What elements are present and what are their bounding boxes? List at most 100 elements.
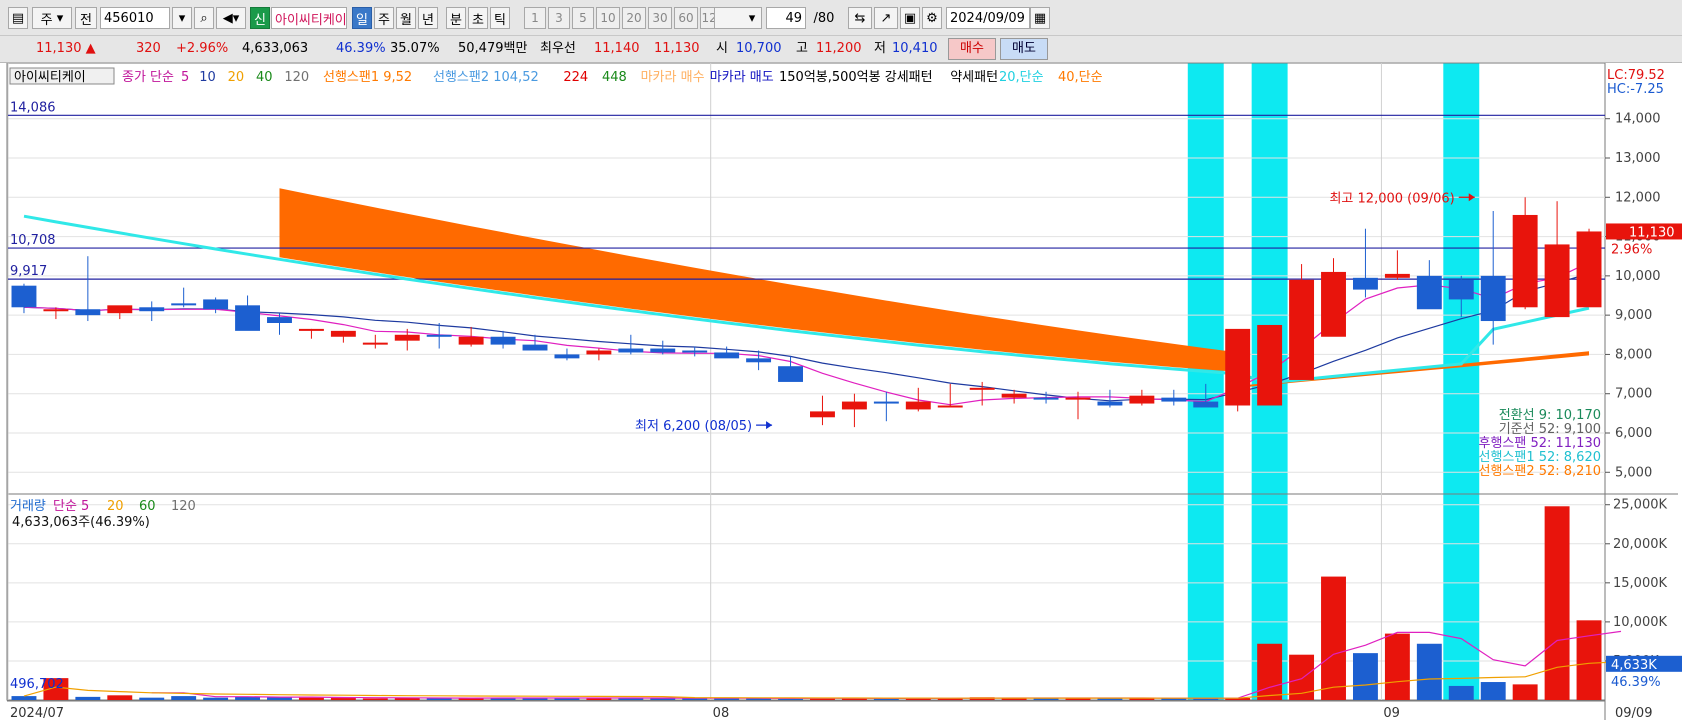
volume-bar — [1257, 643, 1283, 700]
ichimoku-readout: 기준선 52: 9,100 — [1499, 422, 1601, 437]
period-tab-6[interactable]: 틱 — [490, 7, 510, 29]
code-input[interactable]: 456010 — [100, 7, 170, 29]
volume-legend-entry: 120 — [171, 499, 196, 514]
candle-body — [1416, 275, 1442, 310]
period-tab-1[interactable]: 주 — [374, 7, 394, 29]
page-total: /80 — [813, 10, 835, 26]
turnover-ratio: 35.07% — [390, 41, 440, 56]
period-dropdown[interactable]: ▾ — [714, 7, 762, 29]
market-label: 주 — [40, 12, 53, 28]
legend-entry: 아이씨티케이 — [14, 70, 86, 85]
period-tab-0[interactable]: 일 — [352, 7, 372, 29]
legend-entry: 마카라 매도 — [710, 70, 774, 85]
candle-body — [1544, 244, 1570, 318]
high-price: 11,200 — [816, 41, 862, 56]
multiplier-30[interactable]: 30 — [648, 7, 672, 29]
price-tick-label: 14,000 — [1615, 112, 1661, 127]
price-change-pct: +2.96% — [176, 41, 229, 56]
multiplier-20[interactable]: 20 — [622, 7, 646, 29]
annotation-label: 최저 6,200 (08/05) — [635, 419, 752, 434]
market-select[interactable]: 주 ▾ — [32, 7, 72, 29]
multiplier-1[interactable]: 1 — [524, 7, 546, 29]
new-badge: 신 — [250, 7, 270, 29]
period-tab-5[interactable]: 초 — [468, 7, 488, 29]
candle-body — [522, 344, 548, 351]
stock-chart[interactable]: 14,086 10,708 9,917 5,000 6,000 7,000 8,000 9,… — [0, 63, 1682, 726]
period-tab-3[interactable]: 년 — [418, 7, 438, 29]
candle-body — [714, 352, 740, 359]
trend-icon[interactable]: ↗ — [874, 7, 898, 29]
volume-legend-entry: 단순 5 — [53, 499, 89, 514]
signal-highlight-bar — [1443, 63, 1480, 700]
candle-body — [650, 348, 676, 353]
chevron-down-icon[interactable]: ▾ — [172, 7, 192, 29]
volume-bar — [11, 696, 37, 700]
candle-body — [267, 317, 292, 323]
ichimoku-readout: 전환선 9: 10,170 — [1499, 408, 1601, 423]
candle-body — [426, 334, 452, 337]
low-label: 저 — [874, 41, 886, 56]
candle-body — [937, 405, 963, 408]
sell-button[interactable]: 매도 — [1000, 38, 1048, 60]
volume-bar — [203, 697, 229, 700]
price-tick-label: 10,000 — [1615, 269, 1661, 284]
legend-entry: 선행스팬2 104,52 — [433, 69, 539, 85]
candle-body — [1321, 271, 1346, 337]
view-toggle[interactable]: 전 — [75, 7, 97, 29]
multiplier-5[interactable]: 5 — [572, 7, 594, 29]
date-input[interactable]: 2024/09/09 — [946, 7, 1030, 29]
candle-body — [490, 336, 516, 345]
candle-body — [1448, 279, 1474, 300]
volume-tick-label: 20,000K — [1613, 537, 1667, 552]
level-label: 10,708 — [10, 233, 56, 248]
legend-entry: 150억봉,500억봉 강세패턴 — [779, 70, 933, 85]
current-volume-tag-label: 4,633K — [1611, 658, 1657, 673]
candle-body — [1257, 324, 1283, 406]
best-quote-label: 최우선 — [540, 41, 576, 56]
volume-tick-label: 10,000K — [1613, 615, 1667, 630]
multiplier-10[interactable]: 10 — [596, 7, 620, 29]
volume-bar — [1480, 682, 1506, 700]
save-icon[interactable]: ▣ — [900, 7, 920, 29]
chevron-down-icon: ▾ — [748, 10, 756, 26]
stock-name[interactable]: 아이씨티케이 — [271, 7, 347, 29]
up-triangle-icon: ▲ — [85, 41, 96, 56]
legend-entry: 40 — [256, 70, 273, 85]
page-count-input[interactable]: 49 — [766, 7, 806, 29]
legend-entry: 40,단순 — [1058, 70, 1103, 85]
volume-bar — [1576, 620, 1602, 700]
buy-button[interactable]: 매수 — [948, 38, 996, 60]
volume-bar — [1321, 576, 1346, 700]
hc-label: HC:-7.25 — [1607, 82, 1664, 97]
candle-body — [1129, 395, 1155, 404]
candle-body — [682, 350, 708, 353]
ichimoku-readout: 선행스팬2 52: 8,210 — [1478, 463, 1601, 479]
legend-entry: 120 — [284, 70, 309, 85]
multiplier-3[interactable]: 3 — [548, 7, 570, 29]
speaker-icon[interactable]: ◀▾ — [216, 7, 246, 29]
date-tick-label: 09 — [1383, 706, 1400, 721]
candle-body — [1065, 397, 1091, 400]
volume-readout: 4,633,063주(46.39%) — [12, 515, 150, 530]
period-tab-2[interactable]: 월 — [396, 7, 416, 29]
candle-body — [1289, 279, 1315, 380]
legend-entry: 약세패턴 — [950, 70, 998, 85]
open-label: 시 — [716, 41, 728, 56]
candle-body — [1352, 277, 1378, 290]
candle-body — [1576, 231, 1602, 308]
price-change: 320 — [136, 41, 161, 56]
candle-body — [107, 305, 133, 314]
compare-icon[interactable]: ⇆ — [848, 7, 872, 29]
volume-tick-label: 15,000K — [1613, 576, 1667, 591]
current-price-tag-label: 11,130 — [1629, 225, 1675, 240]
candle-body — [203, 299, 229, 310]
search-icon[interactable]: ⌕ — [194, 7, 214, 29]
volume-bar — [1512, 684, 1538, 700]
candle-body — [873, 401, 899, 404]
calendar-icon[interactable]: ▦ — [1030, 7, 1050, 29]
period-tab-4[interactable]: 분 — [446, 7, 466, 29]
date-tick-label: 2024/07 — [10, 706, 64, 721]
gear-icon[interactable]: ⚙ — [922, 7, 942, 29]
chart-icon[interactable]: ▤ — [8, 7, 28, 29]
multiplier-60[interactable]: 60 — [674, 7, 698, 29]
